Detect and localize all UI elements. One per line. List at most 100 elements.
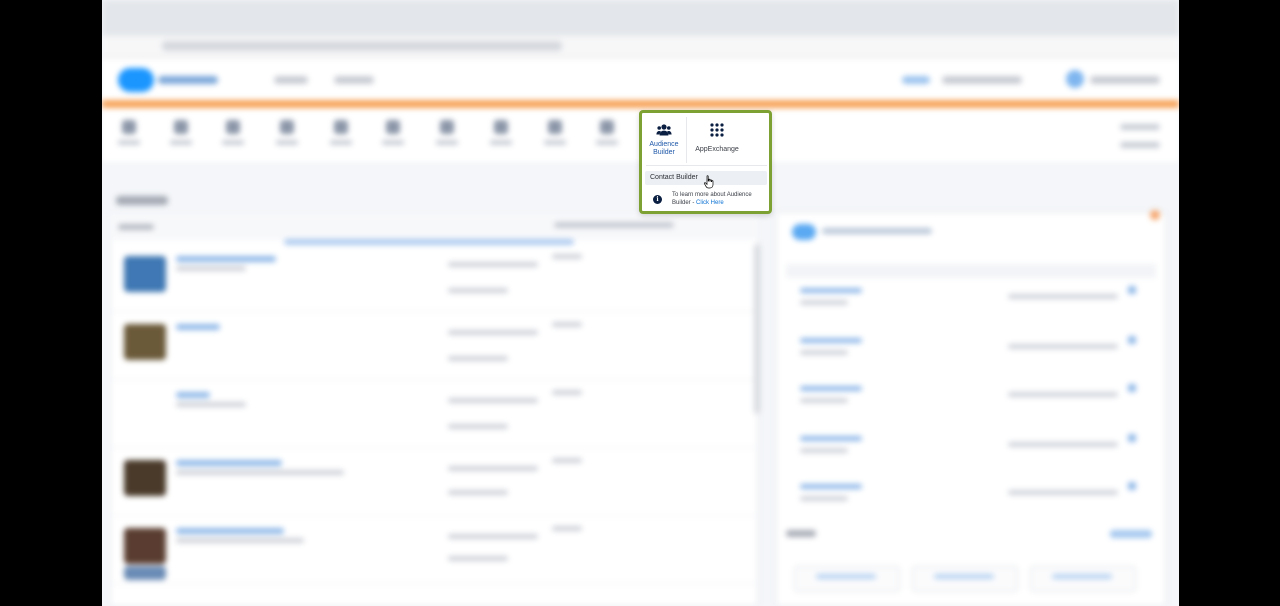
header-username xyxy=(1090,76,1160,84)
appexchange-label: AppExchange xyxy=(695,146,739,153)
side-panel-logo xyxy=(792,224,816,240)
side-list-title xyxy=(800,436,862,441)
side-list-subtitle xyxy=(800,398,848,403)
list-item-detail xyxy=(448,424,508,429)
app-label xyxy=(118,140,140,145)
info-icon: i xyxy=(653,195,662,204)
app-label xyxy=(382,140,404,145)
side-list-detail xyxy=(1008,490,1118,495)
list-item-detail xyxy=(448,556,508,561)
list-item-subtitle xyxy=(176,470,344,475)
side-list-action xyxy=(1128,384,1136,392)
header-right-link xyxy=(1120,142,1160,148)
list-item-date xyxy=(552,458,582,463)
app-icon xyxy=(174,120,188,134)
app-icon xyxy=(548,120,562,134)
side-panel-title xyxy=(822,228,932,234)
app-icon xyxy=(226,120,240,134)
side-panel-footer-button xyxy=(1110,530,1152,538)
list-item-detail xyxy=(448,466,538,471)
side-panel-tile-label xyxy=(934,574,994,579)
side-list-detail xyxy=(1008,294,1118,299)
side-list-subtitle xyxy=(800,300,848,305)
list-item-title xyxy=(176,392,210,398)
sort-label xyxy=(554,222,674,228)
list-item-detail xyxy=(448,398,538,403)
app-label xyxy=(544,140,566,145)
list-item xyxy=(110,448,758,516)
list-item-subtitle xyxy=(176,402,246,407)
side-list-action xyxy=(1128,336,1136,344)
tile-divider xyxy=(686,117,687,163)
side-list-title xyxy=(800,386,862,391)
app-label xyxy=(596,140,618,145)
section-title xyxy=(116,196,168,205)
list-item-date xyxy=(552,526,582,531)
users-group-icon xyxy=(656,124,672,136)
brand-logo xyxy=(118,68,154,92)
brand-name xyxy=(158,76,218,84)
app-icon xyxy=(386,120,400,134)
browser-window xyxy=(102,0,1179,606)
side-list-action xyxy=(1128,482,1136,490)
app-icon xyxy=(494,120,508,134)
list-item-title xyxy=(176,528,284,534)
list-item-subtitle xyxy=(176,266,246,271)
side-list-title xyxy=(800,288,862,293)
audience-builder-label: Audience xyxy=(649,141,679,148)
list-item-date xyxy=(552,322,582,327)
list-item-title xyxy=(176,324,220,330)
app-label xyxy=(276,140,298,145)
app-icon xyxy=(600,120,614,134)
blurred-background xyxy=(102,0,1179,606)
thumbnail xyxy=(124,528,166,564)
side-panel-subheader xyxy=(786,264,1156,278)
list-item-detail xyxy=(448,534,538,539)
app-label xyxy=(436,140,458,145)
app-launcher-popup: Audience Builder AppExchange Contact Bui… xyxy=(639,110,772,214)
app-label xyxy=(170,140,192,145)
list-item-detail xyxy=(448,288,508,293)
header-accent-bar xyxy=(102,100,1179,108)
audience-builder-tile[interactable]: Audience Builder xyxy=(644,117,684,167)
list-item xyxy=(110,244,758,312)
side-list-title xyxy=(800,484,862,489)
app-icon xyxy=(280,120,294,134)
header-link xyxy=(902,76,930,84)
nav-item-2 xyxy=(334,76,374,84)
side-list-action xyxy=(1128,434,1136,442)
header-account xyxy=(942,76,1022,84)
app-grid-icon xyxy=(710,123,724,137)
side-list-title xyxy=(800,338,862,343)
appexchange-tile[interactable]: AppExchange xyxy=(690,117,744,167)
thumbnail xyxy=(124,324,166,360)
scrollbar xyxy=(754,244,760,414)
hand-pointer-cursor-icon xyxy=(703,175,714,189)
app-icon xyxy=(334,120,348,134)
header-right-link xyxy=(1120,124,1160,130)
notification-badge xyxy=(1150,210,1160,220)
list-item-title xyxy=(176,460,282,466)
app-icon xyxy=(440,120,454,134)
side-panel-tile-label xyxy=(1052,574,1112,579)
side-panel-tile xyxy=(912,566,1018,592)
app-icon xyxy=(122,120,136,134)
click-here-link[interactable]: Click Here xyxy=(696,200,724,206)
thumbnail xyxy=(124,566,166,580)
content-card-title xyxy=(118,224,154,230)
list-item-date xyxy=(552,390,582,395)
side-panel-footer-title xyxy=(786,530,816,537)
side-list-detail xyxy=(1008,344,1118,349)
list-item-detail xyxy=(448,356,508,361)
list-item xyxy=(110,312,758,380)
list-item xyxy=(110,516,758,584)
side-panel-tile-label xyxy=(816,574,876,579)
menu-divider xyxy=(646,165,767,166)
list-item-detail xyxy=(448,490,508,495)
app-label xyxy=(330,140,352,145)
app-label xyxy=(490,140,512,145)
list-item xyxy=(110,380,758,448)
side-list-action xyxy=(1128,286,1136,294)
side-list-subtitle xyxy=(800,448,848,453)
url-field xyxy=(162,41,562,51)
